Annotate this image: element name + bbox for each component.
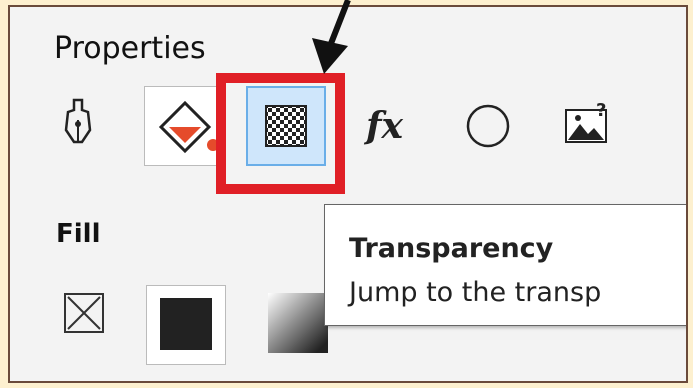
no-fill-button[interactable] xyxy=(64,293,104,333)
fx-icon: fx xyxy=(363,105,403,147)
fountain-fill-button[interactable] xyxy=(268,293,328,353)
no-fill-icon xyxy=(67,296,101,330)
pen-nib-icon xyxy=(64,98,92,144)
transparency-tooltip: Transparency Jump to the transp xyxy=(324,204,686,326)
fx-label: fx xyxy=(363,105,403,147)
tooltip-description: Jump to the transp xyxy=(349,277,602,308)
outline-tool-button[interactable] xyxy=(48,90,118,160)
fill-tool-button[interactable] xyxy=(144,86,224,166)
fill-section-label: Fill xyxy=(56,219,101,249)
pointer-arrow-icon xyxy=(312,0,351,74)
panel-title: Properties xyxy=(54,31,206,66)
svg-text:?: ? xyxy=(596,100,606,121)
image-question-icon: ? xyxy=(565,100,607,143)
highlight-box xyxy=(216,73,345,194)
fill-bucket-icon xyxy=(158,100,219,154)
tooltip-title: Transparency xyxy=(349,233,554,264)
bitmap-tool-button[interactable]: ? xyxy=(556,90,626,160)
effects-tool-button[interactable]: fx xyxy=(360,90,430,160)
properties-toolbar: fx ? xyxy=(10,82,686,182)
uniform-fill-button[interactable] xyxy=(146,285,226,365)
circle-icon xyxy=(466,104,510,148)
solid-swatch-icon xyxy=(160,298,212,350)
shape-tool-button[interactable] xyxy=(458,90,528,160)
